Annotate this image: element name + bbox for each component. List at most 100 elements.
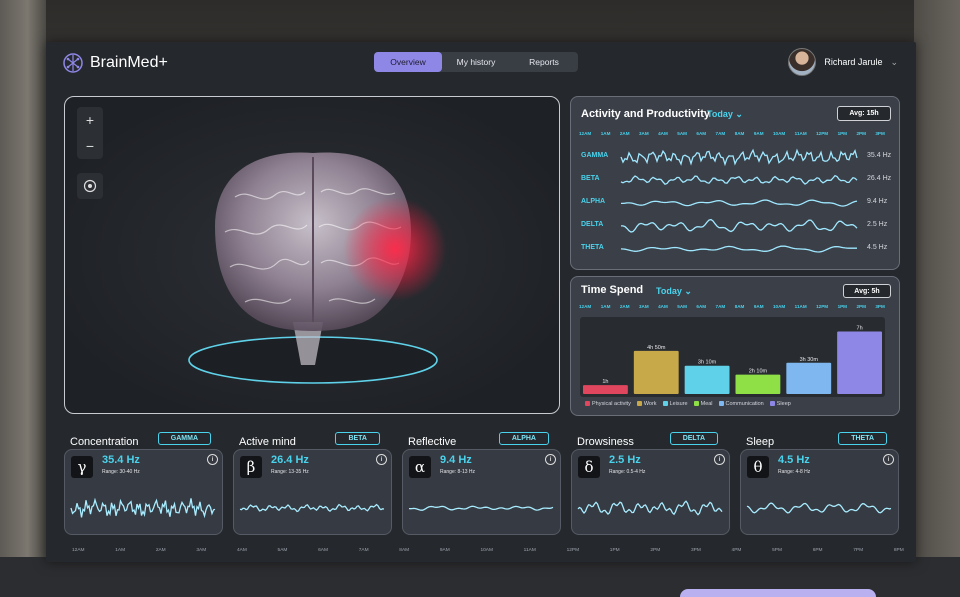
user-name: Richard Jarule — [824, 57, 883, 67]
bar-data-label: 2h 10m — [749, 369, 768, 375]
legend-label: Communication — [725, 401, 764, 407]
time-spend-bar — [633, 350, 679, 394]
legend-label: Leisure — [669, 401, 688, 407]
nav-tabs: Overview My history Reports — [374, 52, 578, 72]
time-tick: 12PM — [816, 304, 829, 309]
time-spend-period-dropdown[interactable]: Today ⌄ — [656, 286, 692, 297]
time-tick: 7AM — [715, 304, 726, 309]
app-name: BrainMed+ — [90, 54, 168, 71]
time-tick: 2AM — [155, 548, 166, 553]
wave-card-title: Sleep — [746, 436, 775, 448]
time-tick: 8AM — [734, 304, 745, 309]
wave-line — [621, 218, 858, 233]
time-spend-bar — [786, 362, 832, 394]
time-spend-bar — [583, 385, 628, 394]
time-tick: 7AM — [358, 548, 369, 553]
time-tick: 6AM — [696, 304, 707, 309]
bar-data-label: 3h 10m — [698, 360, 717, 366]
time-spend-bar-chart: 1h 4h 50m 3h 10m 2h 10m 3h 30m 7h — [583, 326, 882, 394]
wave-badge: THETA — [838, 432, 887, 445]
time-spend-bar — [837, 331, 882, 394]
wave-card-title: Concentration — [70, 436, 139, 448]
time-spend-period: Today — [656, 286, 682, 296]
background-button — [680, 589, 876, 597]
wave-line — [620, 174, 858, 185]
legend-swatch — [769, 401, 775, 407]
legend-swatch — [662, 401, 668, 407]
time-tick: 6AM — [318, 548, 328, 553]
dashboard-panel: BrainMed+ Overview My history Reports Ri… — [46, 42, 916, 562]
wave-badge: DELTA — [669, 432, 718, 445]
time-tick: 2AM — [619, 304, 630, 309]
top-bar: BrainMed+ Overview My history Reports Ri… — [46, 42, 916, 82]
time-spend-legend: Physical activity Work Leisure Meal Communic… — [585, 401, 791, 407]
time-spend-bar — [684, 365, 730, 394]
bar-data-label: 3h 30m — [800, 357, 819, 363]
bar-data-label: 7h — [857, 326, 863, 332]
time-spend-avg-badge: Avg: 5h — [843, 284, 891, 298]
activity-wave-chart — [620, 148, 858, 253]
bottom-time-axis: 12AM 1AM 2AM 3AM 4AM 5AM 6AM 7AM 8AM 9AM 10AM 11AM 1… — [72, 548, 904, 553]
wave-line — [621, 199, 858, 207]
user-menu[interactable]: Richard Jarule ⌄ — [788, 48, 898, 76]
wave-card-chart — [408, 505, 554, 511]
time-tick: 1PM — [837, 304, 848, 309]
wave-card-beta[interactable]: Active mind BETA β 26.4 Hz Range: 13-35 Hz i — [233, 432, 392, 535]
time-tick: 5AM — [277, 548, 288, 553]
time-spend-title: Time Spend — [581, 284, 644, 296]
time-tick: 5AM — [677, 304, 687, 309]
legend-swatch — [693, 401, 699, 407]
tab-my-history[interactable]: My history — [442, 52, 510, 72]
wave-card-chart — [70, 497, 216, 519]
wave-card-delta[interactable]: Drowsiness DELTA δ 2.5 Hz Range: 0.5-4 Hz i — [571, 432, 730, 535]
time-tick: 10AM — [480, 548, 493, 553]
time-tick: 8AM — [399, 548, 410, 553]
wave-card-alpha[interactable]: Reflective ALPHA α 9.4 Hz Range: 8-13 Hz i — [402, 432, 561, 535]
time-tick: 4AM — [658, 304, 668, 309]
brain-model — [188, 152, 447, 384]
wave-card-body: α 9.4 Hz Range: 8-13 Hz i — [402, 449, 561, 535]
time-spend-bar — [735, 374, 781, 394]
time-tick: 8PM — [893, 548, 904, 553]
tab-reports[interactable]: Reports — [510, 52, 578, 72]
app-logo[interactable]: BrainMed+ — [62, 52, 168, 74]
time-tick: 1AM — [600, 304, 611, 309]
wave-line — [620, 148, 858, 167]
wave-card-title: Reflective — [408, 436, 457, 448]
activity-card: Activity and Productivity Today ⌄ Avg: 1… — [570, 96, 900, 270]
time-tick: 1AM — [115, 548, 126, 553]
brain-viewer[interactable]: + − — [64, 96, 560, 414]
chevron-down-icon[interactable]: ⌄ — [890, 57, 898, 68]
wave-card-gamma[interactable]: Concentration GAMMA γ 35.4 Hz Range: 30-40 H… — [64, 432, 223, 535]
time-tick: 12PM — [566, 548, 580, 553]
time-tick: 11AM — [794, 304, 807, 309]
legend-label: Work — [643, 401, 657, 407]
time-tick: 6PM — [812, 548, 823, 553]
wave-card-line — [746, 502, 892, 514]
legend-item: Work — [636, 401, 657, 407]
wave-card-line — [577, 500, 723, 516]
wave-card-chart — [239, 503, 385, 513]
avatar[interactable] — [788, 48, 817, 76]
time-tick: 3PM — [690, 548, 701, 553]
wave-card-title: Active mind — [239, 436, 296, 448]
time-tick: 4AM — [236, 548, 247, 553]
time-tick: 2PM — [650, 548, 661, 553]
time-tick: 12AM — [72, 548, 85, 553]
time-tick: 5PM — [772, 548, 782, 553]
legend-item: Sleep — [769, 401, 791, 407]
wave-card-body: δ 2.5 Hz Range: 0.5-4 Hz i — [571, 449, 730, 535]
time-tick: 3AM — [638, 304, 649, 309]
bar-data-label: 1h — [602, 379, 608, 385]
wave-card-theta[interactable]: Sleep THETA θ 4.5 Hz Range: 4-8 Hz i — [740, 432, 899, 535]
time-spend-card: Time Spend Today ⌄ Avg: 5h 12AM 1AM 2AM 3AM… — [570, 276, 900, 416]
wave-card-body: γ 35.4 Hz Range: 30-40 Hz i — [64, 449, 223, 535]
legend-swatch — [636, 401, 642, 407]
wave-line — [620, 245, 858, 253]
time-tick: 4PM — [731, 548, 742, 553]
wave-badge: GAMMA — [157, 432, 211, 445]
wave-card-chart — [577, 500, 723, 516]
wave-card-line — [408, 505, 554, 511]
tab-overview[interactable]: Overview — [374, 52, 442, 72]
legend-swatch — [585, 401, 590, 407]
